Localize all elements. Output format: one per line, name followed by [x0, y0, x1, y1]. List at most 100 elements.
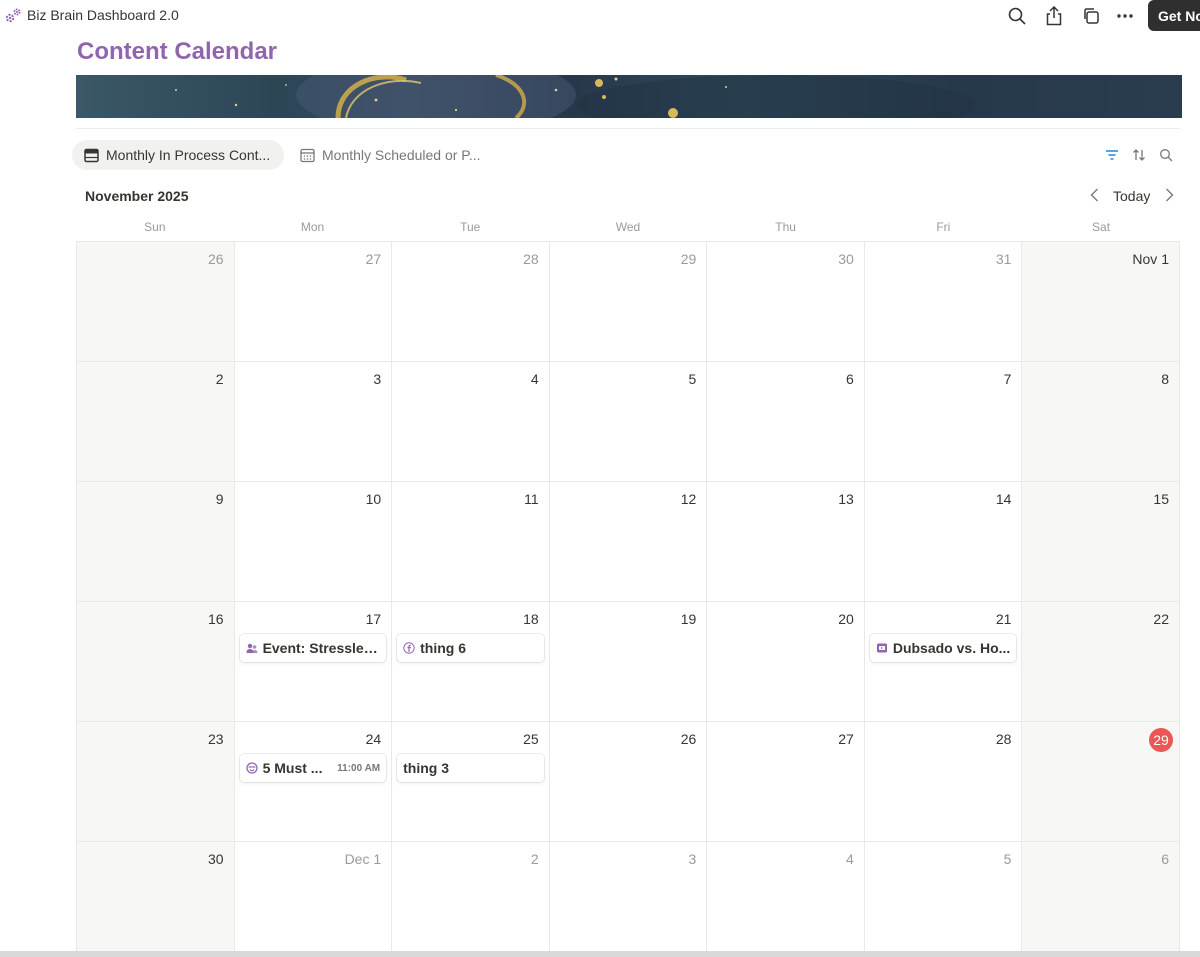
calendar-day-cell[interactable]: 29	[549, 242, 708, 362]
weekday-header: Tue	[460, 220, 481, 234]
calendar-day-cell[interactable]: 14	[864, 482, 1023, 602]
calendar-day-cell[interactable]: 28	[392, 242, 550, 362]
calendar-day-cell[interactable]: 11	[392, 482, 550, 602]
calendar-day-cell[interactable]: Nov 1	[1022, 242, 1180, 362]
weekday-header: Thu	[775, 220, 796, 234]
calendar-day-cell[interactable]: 30	[707, 242, 865, 362]
calendar-event-card[interactable]: 5 Must ... 11:00 AM	[239, 754, 387, 782]
day-number: 2	[215, 371, 224, 387]
day-number: 3	[688, 851, 697, 867]
day-number: 3	[373, 371, 382, 387]
search-icon[interactable]	[1007, 6, 1027, 26]
calendar-day-cell[interactable]: 24 5 Must ... 11:00 AM	[234, 722, 393, 842]
calendar-day-cell[interactable]: 4	[707, 842, 865, 957]
divider	[76, 128, 1180, 129]
calendar-day-cell[interactable]: 3	[234, 362, 393, 482]
day-number: 8	[1161, 371, 1169, 387]
calendar-day-cell[interactable]: 2	[392, 842, 550, 957]
chevron-right-icon[interactable]	[1162, 187, 1176, 203]
calendar-grid: 26 27 28 29 30 31 Nov 1 2 3 4 5 6 7 8 9 10 11 12 13 14 15 16 1…	[76, 241, 1180, 957]
view-search-icon[interactable]	[1158, 147, 1174, 163]
gears-icon	[4, 6, 22, 24]
tab-monthly-scheduled[interactable]: Monthly Scheduled or P...	[300, 140, 481, 170]
event-title: Event: Stressles...	[262, 640, 381, 656]
filter-icon[interactable]	[1104, 147, 1120, 163]
calendar-day-cell[interactable]: 3	[549, 842, 708, 957]
calendar-day-cell[interactable]: 23	[77, 722, 235, 842]
page-title: Content Calendar	[77, 38, 278, 65]
day-number: 27	[838, 731, 854, 747]
day-number: 17	[365, 611, 382, 627]
day-number: 28	[995, 731, 1012, 747]
calendar-day-cell[interactable]: 13	[707, 482, 865, 602]
day-number: 9	[215, 491, 224, 507]
calendar-day-cell[interactable]: 19	[549, 602, 708, 722]
share-icon[interactable]	[1044, 6, 1064, 26]
calendar-day-cell[interactable]: 28	[864, 722, 1023, 842]
calendar-day-cell[interactable]: 12	[549, 482, 708, 602]
calendar-day-cell[interactable]: 31	[864, 242, 1023, 362]
more-icon[interactable]	[1115, 6, 1135, 26]
calendar-day-cell[interactable]: 10	[234, 482, 393, 602]
calendar-day-cell[interactable]: 2	[77, 362, 235, 482]
calendar-day-cell[interactable]: 22	[1022, 602, 1180, 722]
today-button[interactable]: Today	[1113, 188, 1150, 204]
calendar-event-card[interactable]: Event: Stressles...	[239, 634, 387, 662]
day-number: 4	[846, 851, 854, 867]
calendar-day-cell[interactable]: 15	[1022, 482, 1180, 602]
event-title: thing 3	[403, 760, 450, 776]
calendar-day-cell[interactable]: 20	[707, 602, 865, 722]
day-number: 31	[995, 251, 1012, 267]
calendar-day-cell[interactable]: 9	[77, 482, 235, 602]
calendar-day-cell[interactable]: 25 thing 3	[392, 722, 550, 842]
day-number: 30	[838, 251, 854, 267]
weekday-header: Wed	[615, 220, 641, 234]
day-number: 21	[995, 611, 1012, 627]
video-icon	[876, 642, 888, 654]
day-number: 11	[524, 491, 539, 507]
calendar-day-cell[interactable]: 4	[392, 362, 550, 482]
calendar-day-cell[interactable]: 26	[77, 242, 235, 362]
calendar-day-cell[interactable]: 8	[1022, 362, 1180, 482]
day-number: 10	[365, 491, 382, 507]
calendar-day-cell[interactable]: 6	[1022, 842, 1180, 957]
calendar-day-cell[interactable]: 29	[1022, 722, 1180, 842]
calendar-day-cell[interactable]: 18 thing 6	[392, 602, 550, 722]
day-number: 12	[680, 491, 697, 507]
event-time: 11:00 AM	[337, 762, 381, 774]
calendar-event-card[interactable]: thing 3	[397, 754, 544, 782]
calendar-event-card[interactable]: thing 6	[397, 634, 544, 662]
calendar-day-cell[interactable]: 30	[77, 842, 235, 957]
facebook-icon	[403, 642, 415, 654]
day-number: 28	[523, 251, 539, 267]
weekday-header: Sat	[1092, 220, 1111, 234]
tab-monthly-in-process[interactable]: Monthly In Process Cont...	[72, 140, 284, 170]
month-label: November 2025	[85, 188, 189, 204]
sort-icon[interactable]	[1131, 147, 1147, 163]
calendar-day-cell[interactable]: 27	[707, 722, 865, 842]
calendar-day-cell[interactable]: 27	[234, 242, 393, 362]
calendar-day-cell[interactable]: 7	[864, 362, 1023, 482]
tab-label: Monthly Scheduled or P...	[322, 147, 481, 163]
calendar-day-cell[interactable]: 17 Event: Stressles...	[234, 602, 393, 722]
calendar-day-cell[interactable]: 5	[549, 362, 708, 482]
day-number: 2	[530, 851, 539, 867]
chevron-left-icon[interactable]	[1088, 187, 1102, 203]
calendar-day-cell[interactable]: 5	[864, 842, 1023, 957]
calendar-day-cell[interactable]: 16	[77, 602, 235, 722]
day-number: 13	[838, 491, 854, 507]
get-notion-button[interactable]: Get No	[1148, 0, 1200, 31]
calendar-day-cell[interactable]: Dec 1	[234, 842, 393, 957]
day-number: 24	[365, 731, 382, 747]
top-bar: Biz Brain Dashboard 2.0 Get No	[0, 0, 1200, 32]
today-day-number: 29	[1148, 728, 1173, 752]
day-number: 25	[523, 731, 539, 747]
day-number: 15	[1153, 491, 1169, 507]
duplicate-icon[interactable]	[1081, 6, 1101, 26]
calendar-event-card[interactable]: Dubsado vs. Ho...	[869, 634, 1017, 662]
calendar-day-cell[interactable]: 26	[549, 722, 708, 842]
window-bottom-edge	[0, 951, 1200, 957]
calendar-day-cell[interactable]: 21 Dubsado vs. Ho...	[864, 602, 1023, 722]
event-title: thing 6	[420, 640, 467, 656]
calendar-day-cell[interactable]: 6	[707, 362, 865, 482]
